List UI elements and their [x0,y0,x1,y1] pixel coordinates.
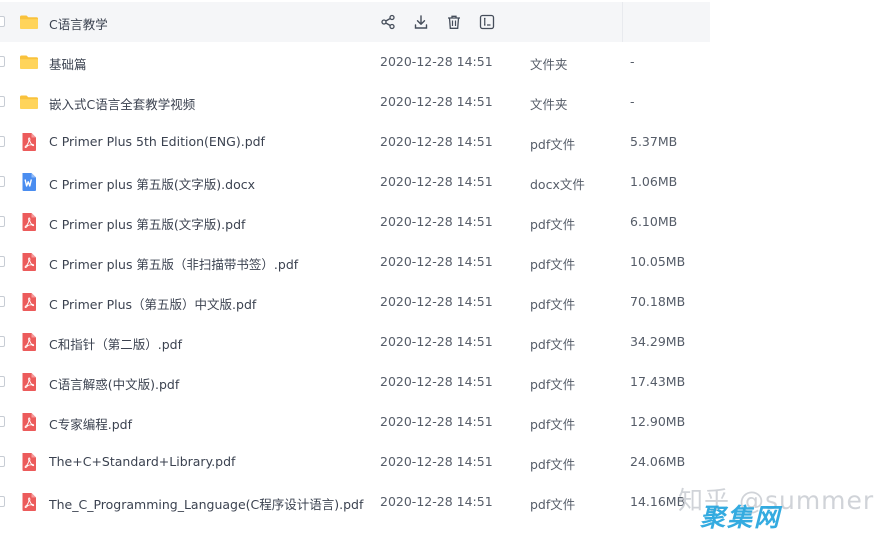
file-type: 文件夹 [530,57,568,72]
file-date: 2020-12-28 14:51 [380,454,493,469]
file-row[interactable]: C Primer Plus 5th Edition(ENG).pdf 2020-1… [0,122,881,162]
row-checkbox[interactable] [0,96,5,107]
row-checkbox[interactable] [0,136,5,147]
file-row[interactable]: C专家编程.pdf 2020-12-28 14:51 pdf文件 12.90MB [0,402,881,442]
file-type: pdf文件 [530,497,576,512]
pdf-icon [19,292,39,312]
file-name[interactable]: C Primer plus 第五版（非扫描带书签）.pdf [49,254,298,273]
pdf-icon [19,252,39,272]
pdf-icon [19,412,39,432]
folder-row[interactable]: 基础篇 2020-12-28 14:51 文件夹 - [0,42,881,82]
file-date: 2020-12-28 14:51 [380,134,493,149]
file-type: pdf文件 [530,257,576,272]
file-name[interactable]: C Primer Plus 5th Edition(ENG).pdf [49,134,265,149]
pdf-icon [19,332,39,352]
row-checkbox[interactable] [0,256,5,267]
file-list: C语言教学 基础篇 2020-12-28 14:51 文件夹 - 嵌入式C语言全套教学视频… [0,2,881,522]
file-row[interactable]: The+C+Standard+Library.pdf 2020-12-28 14:… [0,442,881,482]
row-checkbox[interactable] [0,296,5,307]
delete-icon[interactable] [444,12,464,32]
folder-icon [19,92,39,112]
file-date: 2020-12-28 14:51 [380,494,493,509]
file-name[interactable]: 嵌入式C语言全套教学视频 [49,94,195,113]
file-date: 2020-12-28 14:51 [380,254,493,269]
row-checkbox[interactable] [0,176,5,187]
file-date: 2020-12-28 14:51 [380,54,493,69]
file-type: pdf文件 [530,137,576,152]
docx-icon [19,172,39,192]
file-size: 10.05MB [630,254,686,269]
file-size: 17.43MB [630,374,686,389]
file-type: pdf文件 [530,377,576,392]
file-name[interactable]: C语言解惑(中文版).pdf [49,374,179,393]
file-type: 文件夹 [530,97,568,112]
watermark-logo: 聚集网 [700,503,782,532]
file-name[interactable]: C专家编程.pdf [49,414,132,433]
file-type: pdf文件 [530,297,576,312]
folder-row[interactable]: 嵌入式C语言全套教学视频 2020-12-28 14:51 文件夹 - [0,82,881,122]
file-row[interactable]: C Primer Plus（第五版）中文版.pdf 2020-12-28 14:5… [0,282,881,322]
file-size: 5.37MB [630,134,678,149]
file-name[interactable]: C Primer plus 第五版(文字版).docx [49,174,255,193]
download-icon[interactable] [411,12,431,32]
file-size: - [630,54,635,69]
row-checkbox[interactable] [0,496,5,507]
file-size: 34.29MB [630,334,686,349]
file-name[interactable]: The_C_Programming_Language(C程序设计语言).pdf [49,494,363,513]
file-type: pdf文件 [530,217,576,232]
file-name[interactable]: The+C+Standard+Library.pdf [49,454,235,469]
pdf-icon [19,372,39,392]
pdf-icon [19,492,39,512]
file-type: docx文件 [530,177,585,192]
file-size: 1.06MB [630,174,678,189]
file-size: 12.90MB [630,414,686,429]
file-type: pdf文件 [530,337,576,352]
column-divider [622,2,623,42]
file-date: 2020-12-28 14:51 [380,334,493,349]
folder-icon [19,12,39,32]
row-checkbox[interactable] [0,376,5,387]
file-name[interactable]: 基础篇 [49,54,87,73]
file-row[interactable]: C Primer plus 第五版（非扫描带书签）.pdf 2020-12-28 … [0,242,881,282]
file-type: pdf文件 [530,457,576,472]
folder-row[interactable]: C语言教学 [0,2,710,42]
file-date: 2020-12-28 14:51 [380,214,493,229]
file-name[interactable]: C和指针（第二版）.pdf [49,334,182,353]
file-row[interactable]: C Primer plus 第五版(文字版).pdf 2020-12-28 14:… [0,202,881,242]
pdf-icon [19,132,39,152]
file-date: 2020-12-28 14:51 [380,294,493,309]
row-checkbox[interactable] [0,56,5,67]
file-name[interactable]: C Primer plus 第五版(文字版).pdf [49,214,245,233]
share-icon[interactable] [378,12,398,32]
file-row[interactable]: C语言解惑(中文版).pdf 2020-12-28 14:51 pdf文件 17.43… [0,362,881,402]
row-checkbox[interactable] [0,216,5,227]
pdf-icon [19,212,39,232]
file-date: 2020-12-28 14:51 [380,174,493,189]
file-type: pdf文件 [530,417,576,432]
pdf-icon [19,452,39,472]
file-size: - [630,94,635,109]
file-size: 70.18MB [630,294,686,309]
file-name[interactable]: C Primer Plus（第五版）中文版.pdf [49,294,256,313]
file-row[interactable]: C和指针（第二版）.pdf 2020-12-28 14:51 pdf文件 34.29M… [0,322,881,362]
file-name[interactable]: C语言教学 [49,14,108,33]
row-actions [378,12,510,32]
file-size: 6.10MB [630,214,678,229]
row-checkbox[interactable] [0,336,5,347]
row-checkbox[interactable] [0,16,5,27]
file-date: 2020-12-28 14:51 [380,374,493,389]
folder-icon [19,52,39,72]
row-checkbox[interactable] [0,456,5,467]
file-size: 24.06MB [630,454,686,469]
file-row[interactable]: C Primer plus 第五版(文字版).docx 2020-12-28 14… [0,162,881,202]
file-date: 2020-12-28 14:51 [380,414,493,429]
rename-icon[interactable] [477,12,497,32]
file-size: 14.16MB [630,494,686,509]
file-date: 2020-12-28 14:51 [380,94,493,109]
row-checkbox[interactable] [0,416,5,427]
